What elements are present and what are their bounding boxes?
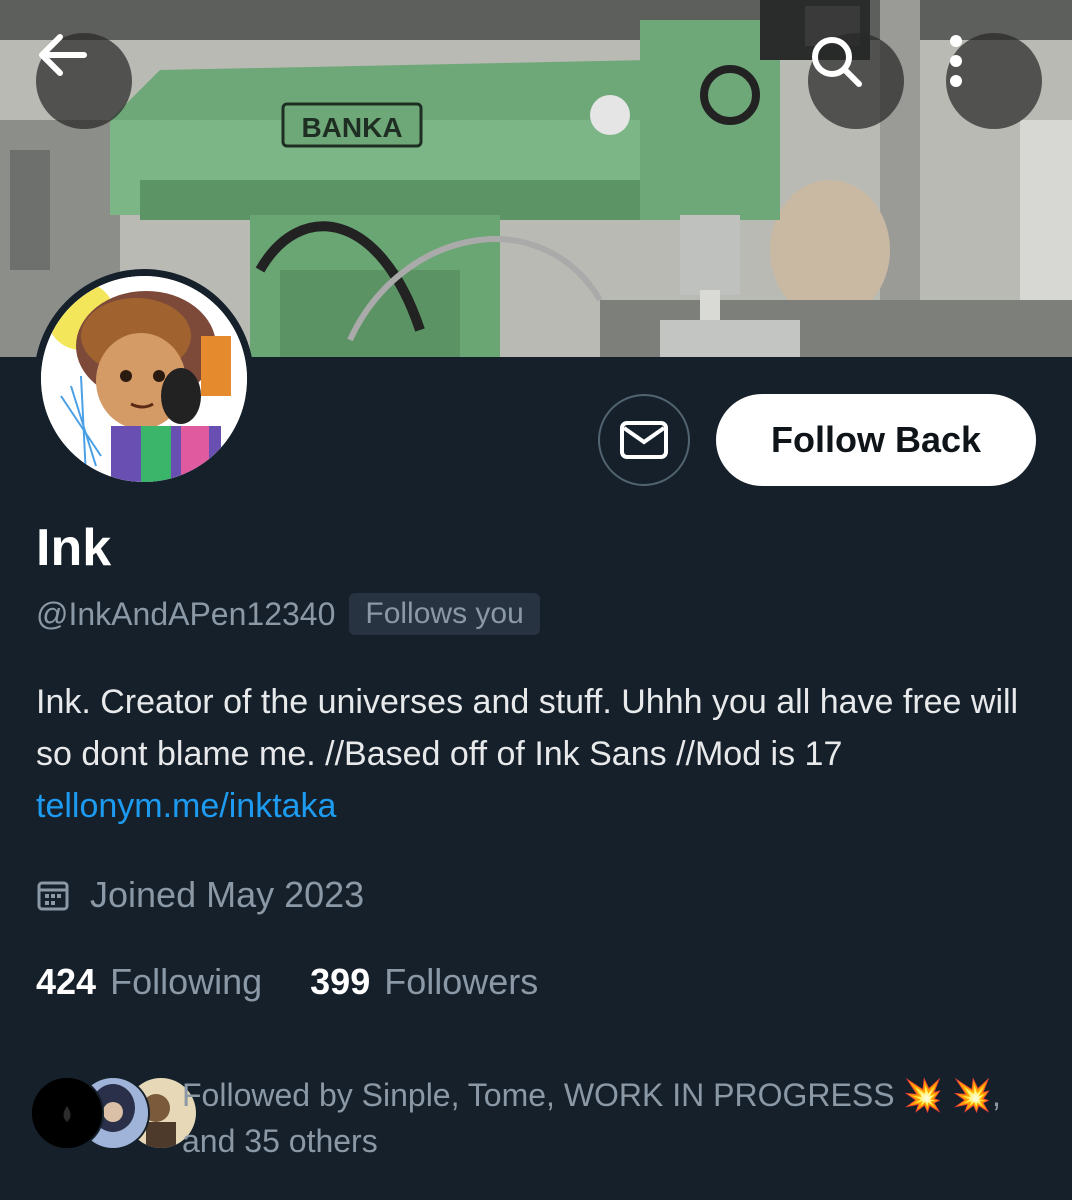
more-vertical-icon: [950, 35, 962, 87]
more-options-button[interactable]: [946, 33, 1042, 129]
followers-stat[interactable]: 399 Followers: [310, 961, 538, 1003]
followed-by-text: Followed by Sinple, Tome, WORK IN PROGRE…: [182, 1077, 1001, 1159]
message-button[interactable]: [598, 394, 690, 486]
bio-text: Ink. Creator of the universes and stuff.…: [36, 683, 1019, 773]
display-name: Ink: [36, 519, 112, 577]
followers-label: Followers: [384, 961, 539, 1002]
user-handle: @InkAndAPen12340: [36, 595, 336, 632]
joined-date: Joined May 2023: [90, 874, 365, 915]
calendar-icon: [37, 881, 69, 911]
bio-link[interactable]: tellonym.me/inktaka: [36, 787, 336, 825]
search-button[interactable]: [808, 33, 904, 129]
profile-avatar[interactable]: [34, 269, 254, 489]
follows-you-badge: Follows you: [349, 593, 540, 635]
arrow-left-icon: [39, 34, 87, 76]
search-icon: [812, 37, 862, 87]
following-count: 424: [36, 961, 97, 1002]
follower-avatar: [30, 1076, 104, 1150]
followers-count: 399: [310, 961, 371, 1002]
avatar-image: [41, 276, 247, 482]
followed-by-section[interactable]: Followed by Sinple, Tome, WORK IN PROGRE…: [30, 1072, 1040, 1172]
follow-back-button[interactable]: Follow Back: [716, 394, 1036, 486]
envelope-icon: [620, 421, 668, 459]
stats-row: 424 Following 399 Followers: [36, 956, 538, 1008]
banner-machine-label: BANKA: [301, 112, 402, 143]
handle-row: @InkAndAPen12340 Follows you: [36, 590, 540, 638]
joined-row: Joined May 2023: [36, 870, 364, 920]
following-stat[interactable]: 424 Following: [36, 961, 262, 1003]
back-button[interactable]: [36, 33, 132, 129]
profile-bio: Ink. Creator of the universes and stuff.…: [36, 676, 1036, 832]
following-label: Following: [110, 961, 263, 1002]
